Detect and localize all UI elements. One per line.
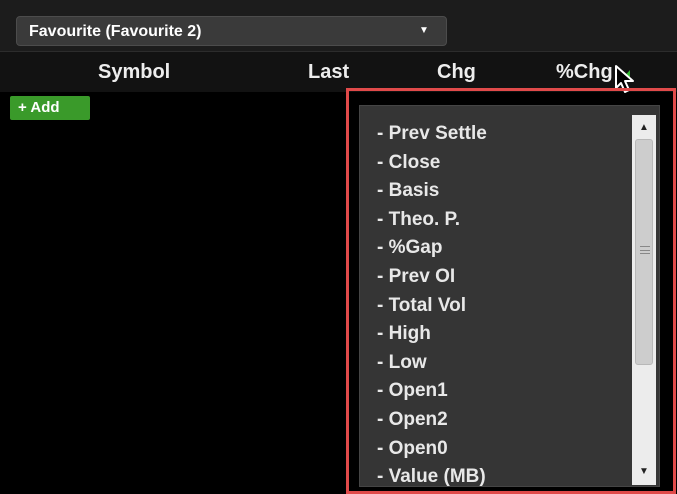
add-button[interactable]: + Add <box>10 96 90 120</box>
toolbar: Favourite (Favourite 2) ▼ <box>0 0 677 52</box>
highlight-box <box>346 88 676 494</box>
column-header-chg[interactable]: Chg <box>437 61 476 84</box>
caret-down-icon[interactable]: ▼ <box>419 25 429 36</box>
favourites-select-value: Favourite (Favourite 2) <box>29 23 202 40</box>
column-header-pct-chg[interactable]: %Chg <box>556 61 613 84</box>
column-header-last[interactable]: Last <box>308 61 349 84</box>
column-header-symbol[interactable]: Symbol <box>98 61 170 84</box>
column-header-row: Symbol Last Chg %Chg <box>0 52 677 93</box>
favourites-select[interactable]: Favourite (Favourite 2) ▼ <box>16 16 447 46</box>
